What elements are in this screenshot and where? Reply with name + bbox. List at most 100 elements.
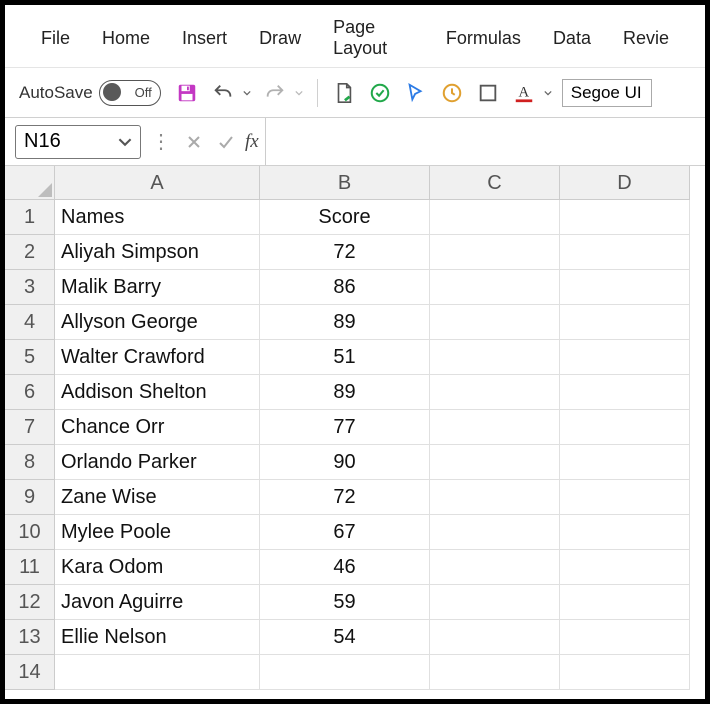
cell[interactable]: Javon Aguirre	[55, 585, 260, 620]
cell[interactable]: Aliyah Simpson	[55, 235, 260, 270]
cell[interactable]: Addison Shelton	[55, 375, 260, 410]
fx-label[interactable]: fx	[245, 131, 259, 153]
cell[interactable]	[430, 480, 560, 515]
row-header[interactable]: 4	[5, 305, 55, 340]
cell[interactable]	[560, 585, 690, 620]
cell[interactable]: 72	[260, 235, 430, 270]
row-header[interactable]: 9	[5, 480, 55, 515]
spellcheck-button[interactable]	[366, 79, 394, 107]
cell[interactable]: 67	[260, 515, 430, 550]
cell[interactable]	[560, 410, 690, 445]
name-box[interactable]: N16	[15, 125, 141, 159]
tab-review[interactable]: Revie	[607, 24, 685, 53]
tab-formulas[interactable]: Formulas	[430, 24, 537, 53]
row-header[interactable]: 6	[5, 375, 55, 410]
tab-page-layout[interactable]: Page Layout	[317, 13, 430, 63]
cell[interactable]: 54	[260, 620, 430, 655]
font-color-dropdown[interactable]	[542, 79, 554, 107]
row-header[interactable]: 13	[5, 620, 55, 655]
cell[interactable]	[430, 235, 560, 270]
tab-file[interactable]: File	[25, 24, 86, 53]
row-header[interactable]: 1	[5, 200, 55, 235]
cell[interactable]: Walter Crawford	[55, 340, 260, 375]
redo-dropdown[interactable]	[293, 79, 305, 107]
cell[interactable]: Zane Wise	[55, 480, 260, 515]
cell[interactable]: 89	[260, 305, 430, 340]
cell[interactable]	[430, 515, 560, 550]
cell[interactable]	[560, 270, 690, 305]
cell[interactable]	[560, 340, 690, 375]
cell[interactable]	[560, 515, 690, 550]
cell[interactable]	[560, 235, 690, 270]
row-header[interactable]: 12	[5, 585, 55, 620]
tab-insert[interactable]: Insert	[166, 24, 243, 53]
col-header-d[interactable]: D	[560, 166, 690, 200]
cell[interactable]: 46	[260, 550, 430, 585]
cell[interactable]	[560, 620, 690, 655]
cell[interactable]	[560, 480, 690, 515]
row-header[interactable]: 14	[5, 655, 55, 690]
cell[interactable]	[560, 445, 690, 480]
new-sheet-button[interactable]	[330, 79, 358, 107]
cursor-button[interactable]	[402, 79, 430, 107]
cell[interactable]	[560, 375, 690, 410]
cell[interactable]	[430, 375, 560, 410]
row-header[interactable]: 3	[5, 270, 55, 305]
cell[interactable]: 86	[260, 270, 430, 305]
cell[interactable]: Kara Odom	[55, 550, 260, 585]
cell[interactable]	[560, 550, 690, 585]
col-header-a[interactable]: A	[55, 166, 260, 200]
row-header[interactable]: 11	[5, 550, 55, 585]
cell[interactable]: 89	[260, 375, 430, 410]
col-header-b[interactable]: B	[260, 166, 430, 200]
cell[interactable]: Ellie Nelson	[55, 620, 260, 655]
cell[interactable]	[430, 550, 560, 585]
tab-draw[interactable]: Draw	[243, 24, 317, 53]
cell[interactable]: 90	[260, 445, 430, 480]
cell[interactable]	[260, 655, 430, 690]
formula-input[interactable]	[265, 118, 695, 165]
row-header[interactable]: 5	[5, 340, 55, 375]
tab-data[interactable]: Data	[537, 24, 607, 53]
redo-button[interactable]	[261, 79, 289, 107]
col-header-c[interactable]: C	[430, 166, 560, 200]
font-name-select[interactable]: Segoe UI	[562, 79, 652, 107]
cancel-formula-button[interactable]	[181, 129, 207, 155]
select-all-corner[interactable]	[5, 166, 55, 200]
font-color-button[interactable]: A	[510, 79, 538, 107]
cell[interactable]	[430, 410, 560, 445]
cell[interactable]: 77	[260, 410, 430, 445]
cell[interactable]	[430, 305, 560, 340]
cell[interactable]: 59	[260, 585, 430, 620]
cell[interactable]	[55, 655, 260, 690]
row-header[interactable]: 2	[5, 235, 55, 270]
autosave-pill[interactable]: Off	[99, 80, 161, 106]
spreadsheet-grid[interactable]: A B C D 1 Names Score 2 Aliyah Simpson 7…	[5, 166, 705, 690]
undo-dropdown[interactable]	[241, 79, 253, 107]
row-header[interactable]: 10	[5, 515, 55, 550]
cell[interactable]: Mylee Poole	[55, 515, 260, 550]
cell[interactable]: Orlando Parker	[55, 445, 260, 480]
save-button[interactable]	[173, 79, 201, 107]
cell[interactable]	[430, 655, 560, 690]
border-button[interactable]	[474, 79, 502, 107]
cell[interactable]: 51	[260, 340, 430, 375]
cell[interactable]: Names	[55, 200, 260, 235]
cell[interactable]: Allyson George	[55, 305, 260, 340]
undo-button[interactable]	[209, 79, 237, 107]
cell[interactable]	[430, 200, 560, 235]
row-header[interactable]: 7	[5, 410, 55, 445]
cell[interactable]: Chance Orr	[55, 410, 260, 445]
cell[interactable]: 72	[260, 480, 430, 515]
clock-button[interactable]	[438, 79, 466, 107]
cell[interactable]	[430, 445, 560, 480]
cell[interactable]: Malik Barry	[55, 270, 260, 305]
cell[interactable]	[430, 340, 560, 375]
cell[interactable]	[430, 270, 560, 305]
enter-formula-button[interactable]	[213, 129, 239, 155]
tab-home[interactable]: Home	[86, 24, 166, 53]
row-header[interactable]: 8	[5, 445, 55, 480]
cell[interactable]	[560, 655, 690, 690]
cell[interactable]	[560, 200, 690, 235]
cell[interactable]: Score	[260, 200, 430, 235]
